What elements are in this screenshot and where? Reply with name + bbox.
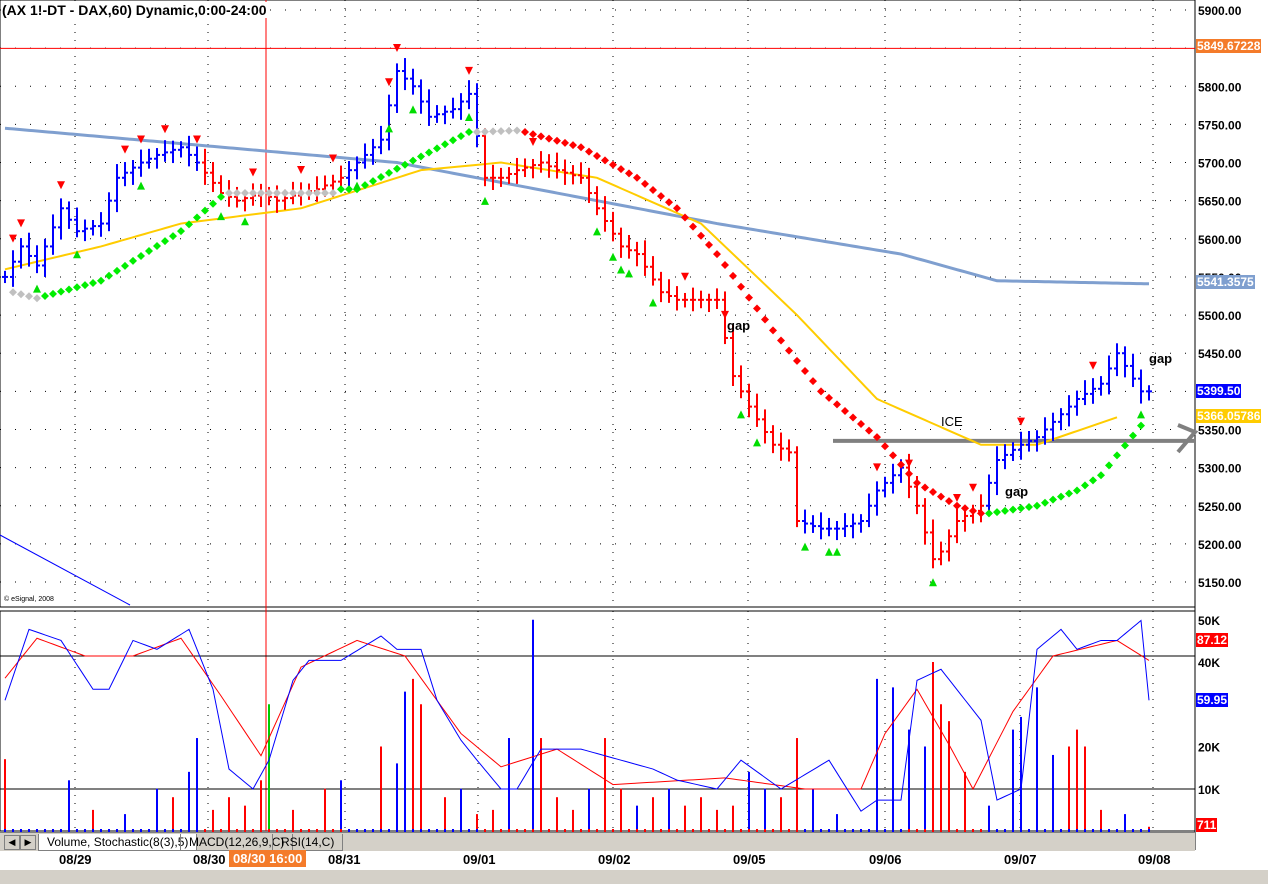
gap-annotation: gap [1005,484,1029,499]
date-label: 09/05 [733,852,766,867]
volume-tag: 711 [1196,818,1218,832]
date-label: 08/30 [193,852,226,867]
ice-annotation: ICE [941,414,963,429]
date-label: 09/08 [1138,852,1171,867]
price-tick-label: 5650.00 [1198,195,1242,209]
stoch-d-tag: 87.12 [1196,633,1229,647]
date-label: 09/07 [1004,852,1037,867]
price-tick-label: 5500.00 [1198,309,1242,323]
gap-annotation: gap [1149,351,1173,366]
chart-title: (AX 1!-DT - DAX,60) Dynamic,0:00-24:00 [2,2,267,18]
volume-tick-label: 40K [1198,656,1220,670]
ma-fast-tag: 5366.05786 [1196,409,1262,423]
price-tick-label: 5250.00 [1198,500,1242,514]
chart-window: 5900.005850.005800.005750.005700.005650.… [0,0,1268,884]
price-tick-label: 5700.00 [1198,157,1242,171]
cursor-date-tag: 08/30 16:00 [229,850,307,867]
price-tick-label: 5800.00 [1198,80,1242,94]
volume-tick-label: 50K [1198,614,1220,628]
price-tick-label: 5600.00 [1198,233,1242,247]
study-tabs: ◀ ▶ Volume, Stochastic(8(3),5) MACD(12,2… [0,832,1195,851]
gap-annotation: gap [727,318,751,333]
tab-volume-stochastic[interactable]: Volume, Stochastic(8(3),5) [38,834,198,851]
date-label: 09/02 [598,852,631,867]
price-tick-label: 5200.00 [1198,538,1242,552]
date-label: 09/01 [463,852,496,867]
date-label: 08/31 [328,852,361,867]
price-panel [0,0,1196,608]
chart-canvas[interactable]: 5900.005850.005800.005750.005700.005650.… [0,0,1268,884]
status-bar [0,870,1268,884]
stoch-k-tag: 59.95 [1196,693,1229,707]
tab-scroll-right-button[interactable]: ▶ [20,835,36,850]
volume-tick-label: 10K [1198,783,1220,797]
price-tick-label: 5150.00 [1198,576,1242,590]
date-label: 08/29 [59,852,92,867]
price-tick-label: 5300.00 [1198,462,1242,476]
tab-rsi[interactable]: RSI(14,C) [272,834,344,851]
volume-tick-label: 20K [1198,741,1220,755]
tab-scroll-left-button[interactable]: ◀ [4,835,20,850]
last-price-tag: 5399.50 [1196,384,1242,398]
copyright: © eSignal, 2008 [4,596,54,603]
price-tick-label: 5350.00 [1198,423,1242,437]
indicator-panel [0,610,1196,832]
ref-line-tag: 5849.67228 [1196,39,1262,53]
ma-slow-tag: 5541.3575 [1196,275,1255,289]
date-label: 09/06 [869,852,902,867]
price-tick-label: 5900.00 [1198,4,1242,18]
price-tick-label: 5750.00 [1198,118,1242,132]
price-tick-label: 5450.00 [1198,347,1242,361]
